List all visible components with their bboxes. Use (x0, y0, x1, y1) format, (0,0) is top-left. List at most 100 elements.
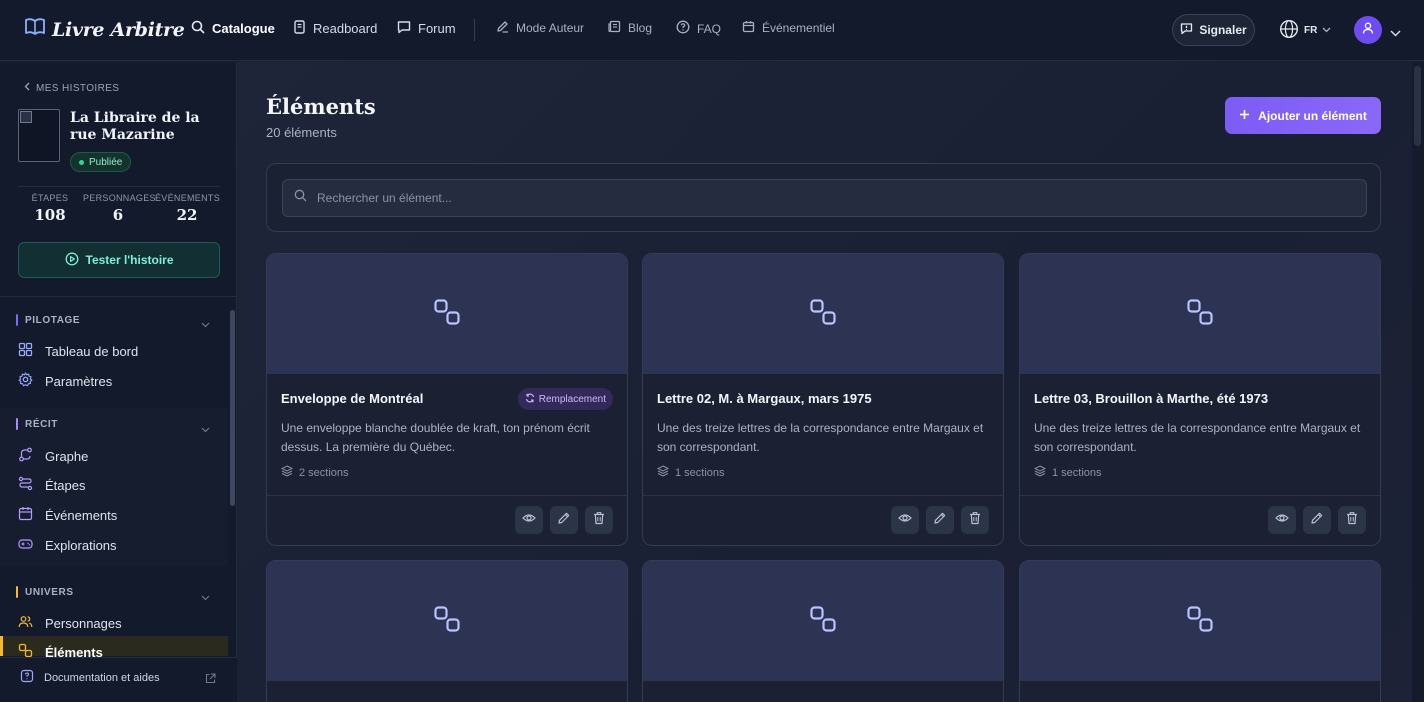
nav-separator (474, 19, 475, 41)
search-box[interactable] (282, 179, 1367, 217)
user-menu-chevron-icon[interactable] (1390, 24, 1401, 42)
brand-logo[interactable]: Livre Arbitre (24, 17, 185, 42)
link-shapes-icon (809, 298, 837, 331)
delete-button[interactable] (961, 506, 989, 534)
stat-value: 22 (176, 206, 198, 224)
sidebar-item-tableau-de-bord[interactable]: Tableau de bord (18, 342, 138, 360)
element-card[interactable] (1019, 560, 1381, 702)
refresh-icon (525, 393, 535, 406)
story-cover-image (18, 109, 60, 162)
dashboard-icon (18, 342, 33, 360)
test-story-button[interactable]: Tester l'histoire (18, 242, 220, 278)
element-description: Une des treize lettres de la corresponda… (657, 421, 984, 454)
story-title: La Libraire de la rue Mazarine (70, 110, 200, 143)
broken-image-icon (20, 111, 32, 123)
gear-icon (18, 372, 33, 390)
nav-catalogue[interactable]: Catalogue (191, 20, 275, 37)
language-selector[interactable]: FR (1279, 19, 1331, 42)
layers-icon (280, 465, 294, 480)
top-navbar: Livre Arbitre Catalogue Readboard Forum … (0, 0, 1424, 61)
add-element-label: Ajouter un élément (1258, 108, 1367, 123)
element-image-placeholder (643, 254, 1003, 374)
sidebar-item-label: Explorations (45, 537, 117, 553)
nav-faq[interactable]: FAQ (676, 20, 721, 37)
section-recit-header[interactable]: RÉCIT (16, 418, 58, 430)
element-sections-count: 1 sections (675, 466, 725, 479)
element-sections-count: 1 sections (1052, 466, 1102, 479)
test-story-label: Tester l'histoire (85, 253, 174, 267)
sidebar-item-graphe[interactable]: Graphe (18, 447, 88, 465)
chevron-down-icon[interactable] (201, 315, 210, 333)
link-shapes-icon (1186, 605, 1214, 638)
edit-button[interactable] (550, 506, 578, 534)
card-divider (267, 495, 627, 496)
section-univers-header[interactable]: UNIVERS (16, 586, 74, 598)
edit-button[interactable] (1303, 506, 1331, 534)
user-icon (1361, 21, 1375, 40)
nav-mode-auteur[interactable]: Mode Auteur (496, 20, 584, 36)
sidebar-item-personnages[interactable]: Personnages (18, 614, 122, 632)
nav-blog[interactable]: Blog (608, 20, 652, 36)
element-card[interactable] (266, 560, 628, 702)
nav-forum[interactable]: Forum (397, 20, 456, 37)
nav-readboard[interactable]: Readboard (293, 20, 377, 37)
sidebar-item-parametres[interactable]: Paramètres (18, 372, 112, 390)
section-accent (16, 586, 18, 598)
active-indicator (0, 636, 3, 656)
external-link-icon (205, 671, 216, 689)
page-scrollbar[interactable] (1412, 62, 1424, 702)
documentation-link[interactable]: Documentation et aides (20, 669, 160, 686)
sidebar-scrollbar-thumb[interactable] (230, 310, 235, 506)
nav-forum-label: Forum (418, 21, 456, 36)
status-dot-icon (79, 159, 84, 165)
chevron-down-icon[interactable] (201, 588, 210, 606)
pencil-icon (1310, 511, 1324, 530)
stats-divider (18, 186, 220, 187)
element-card[interactable]: Lettre 02, M. à Margaux, mars 1975 Une d… (642, 253, 1004, 546)
view-button[interactable] (891, 506, 919, 534)
add-element-button[interactable]: Ajouter un élément (1225, 97, 1381, 134)
chevron-down-icon (1322, 25, 1331, 36)
delete-button[interactable] (1338, 506, 1366, 534)
view-button[interactable] (515, 506, 543, 534)
delete-button[interactable] (585, 506, 613, 534)
route-icon (18, 476, 33, 494)
nav-mode-auteur-label: Mode Auteur (516, 21, 585, 35)
link-shapes-icon (1186, 298, 1214, 331)
report-button-label: Signaler (1199, 23, 1247, 37)
sidebar-item-evenements[interactable]: Événements (18, 506, 117, 524)
status-badge: Publiée (70, 152, 132, 172)
language-code: FR (1304, 25, 1318, 36)
eye-icon (898, 511, 912, 530)
back-to-stories-link[interactable]: MES HISTOIRES (24, 82, 119, 94)
search-panel (266, 163, 1381, 232)
stat-label: ÉVÉNEMENTS (155, 193, 221, 203)
nav-evenementiel[interactable]: Événementiel (742, 20, 835, 36)
section-pilotage-header[interactable]: PILOTAGE (16, 314, 80, 326)
sidebar-item-explorations[interactable]: Explorations (18, 536, 117, 554)
page-scrollbar-thumb[interactable] (1414, 66, 1421, 146)
element-card[interactable] (642, 560, 1004, 702)
card-divider (1020, 495, 1380, 496)
card-actions (515, 506, 613, 534)
user-avatar[interactable] (1354, 16, 1382, 44)
edit-button[interactable] (926, 506, 954, 534)
search-input[interactable] (317, 191, 1357, 205)
eye-icon (1275, 511, 1289, 530)
sidebar-item-etapes[interactable]: Étapes (18, 476, 85, 494)
globe-icon (1279, 19, 1299, 42)
element-image-placeholder (267, 561, 627, 681)
element-count: 20 éléments (266, 125, 337, 140)
element-card[interactable]: Enveloppe de Montréal Remplacement Une e… (266, 253, 628, 546)
chevron-down-icon[interactable] (201, 420, 210, 438)
element-card[interactable]: Lettre 03, Brouillon à Marthe, été 1973 … (1019, 253, 1381, 546)
element-image-placeholder (1020, 561, 1380, 681)
link-shapes-icon (809, 605, 837, 638)
report-button[interactable]: Signaler (1172, 14, 1255, 46)
element-description: Une des treize lettres de la corresponda… (1034, 421, 1361, 454)
section-accent (16, 314, 18, 326)
view-button[interactable] (1268, 506, 1296, 534)
plus-icon (1239, 109, 1250, 123)
layers-icon (656, 465, 670, 480)
documentation-label: Documentation et aides (44, 671, 160, 684)
